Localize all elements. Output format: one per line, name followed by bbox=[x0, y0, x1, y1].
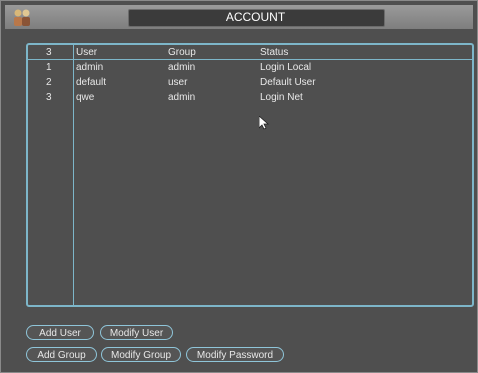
modify-group-button[interactable]: Modify Group bbox=[101, 347, 181, 362]
header-status: Status bbox=[260, 47, 289, 58]
window-title: ACCOUNT bbox=[225, 10, 286, 24]
mouse-cursor-icon bbox=[258, 115, 270, 135]
row-2-index[interactable]: 2 bbox=[46, 77, 52, 89]
title-bar: ACCOUNT bbox=[5, 5, 473, 29]
account-table: 3 User Group Status 1 admin admin Login … bbox=[26, 43, 474, 307]
modify-password-button[interactable]: Modify Password bbox=[186, 347, 284, 362]
header-divider bbox=[28, 59, 472, 60]
header-count: 3 bbox=[46, 47, 52, 58]
header-group: Group bbox=[168, 47, 196, 58]
row-3-user[interactable]: qwe bbox=[76, 92, 94, 104]
header-user: User bbox=[76, 47, 98, 58]
row-1-user[interactable]: admin bbox=[76, 62, 103, 74]
row-3-index[interactable]: 3 bbox=[46, 92, 52, 104]
add-group-button[interactable]: Add Group bbox=[26, 347, 97, 362]
row-2-group[interactable]: user bbox=[168, 77, 187, 89]
account-window: ACCOUNT 3 User Group Status 1 admin admi… bbox=[0, 0, 478, 373]
row-2-status[interactable]: Default User bbox=[260, 77, 316, 89]
users-icon bbox=[11, 7, 33, 27]
add-user-button[interactable]: Add User bbox=[26, 325, 94, 340]
index-column-divider bbox=[73, 45, 74, 305]
modify-user-button[interactable]: Modify User bbox=[100, 325, 173, 340]
row-1-group[interactable]: admin bbox=[168, 62, 195, 74]
row-1-index[interactable]: 1 bbox=[46, 62, 52, 74]
row-3-group[interactable]: admin bbox=[168, 92, 195, 104]
row-1-status[interactable]: Login Local bbox=[260, 62, 311, 74]
row-2-user[interactable]: default bbox=[76, 77, 106, 89]
row-3-status[interactable]: Login Net bbox=[260, 92, 303, 104]
